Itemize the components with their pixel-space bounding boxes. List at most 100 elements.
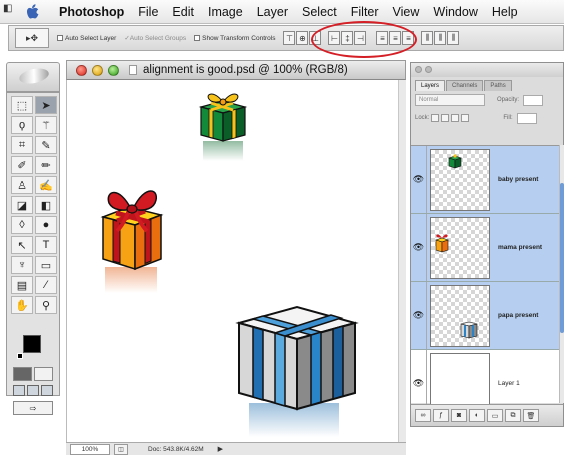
palette-minimize-icon[interactable] bbox=[425, 66, 432, 73]
close-window-button[interactable] bbox=[76, 64, 87, 76]
layer-name[interactable]: Layer 1 bbox=[498, 380, 520, 387]
new-group-icon[interactable]: ▭ bbox=[487, 409, 503, 422]
menu-file[interactable]: File bbox=[131, 5, 165, 19]
link-layers-icon[interactable]: ∞ bbox=[415, 409, 431, 422]
menu-window[interactable]: Window bbox=[426, 5, 484, 19]
lock-transparency-icon[interactable] bbox=[431, 114, 440, 122]
distribute-top-button[interactable]: ≡ bbox=[376, 31, 389, 45]
standard-screen-mode-button[interactable] bbox=[13, 385, 25, 396]
healing-brush-tool-icon[interactable]: ✐ bbox=[11, 156, 33, 174]
toolbox-header[interactable] bbox=[6, 62, 60, 92]
full-screen-mode-button[interactable] bbox=[41, 385, 53, 396]
distribute-bottom-button[interactable]: ≡ bbox=[402, 31, 415, 45]
document-proxy-icon[interactable] bbox=[129, 65, 137, 75]
layer-mask-icon[interactable]: ◙ bbox=[451, 409, 467, 422]
jump-to-imageready-button[interactable]: ⇨ bbox=[13, 401, 53, 415]
gradient-tool-icon[interactable]: ◧ bbox=[35, 196, 57, 214]
move-tool-icon[interactable]: ➤ bbox=[35, 96, 57, 114]
type-tool-icon[interactable]: T bbox=[35, 236, 57, 254]
path-selection-tool-icon[interactable]: ↖ bbox=[11, 236, 33, 254]
apple-menu-icon[interactable] bbox=[24, 3, 42, 21]
lock-position-icon[interactable] bbox=[451, 114, 460, 122]
layer-name[interactable]: papa present bbox=[498, 312, 538, 319]
lock-all-icon[interactable] bbox=[461, 114, 470, 122]
distribute-right-button[interactable]: ⫼ bbox=[447, 31, 460, 45]
lasso-tool-icon[interactable]: ϙ bbox=[11, 116, 33, 134]
opacity-field[interactable] bbox=[523, 94, 544, 106]
blend-mode-select[interactable]: Normal bbox=[415, 94, 485, 106]
brush-tool-icon[interactable]: ✏ bbox=[35, 156, 57, 174]
notes-tool-icon[interactable]: ▤ bbox=[11, 276, 33, 294]
new-layer-icon[interactable]: ⧉ bbox=[505, 409, 521, 422]
eraser-tool-icon[interactable]: ◪ bbox=[11, 196, 33, 214]
lock-pixels-icon[interactable] bbox=[441, 114, 450, 122]
align-horizontal-centers-button[interactable]: ‡ bbox=[341, 31, 354, 45]
layer-style-icon[interactable]: ƒ bbox=[433, 409, 449, 422]
tab-layers[interactable]: Layers bbox=[415, 80, 446, 91]
align-top-edges-button[interactable]: ⊤ bbox=[283, 31, 296, 45]
menu-photoshop[interactable]: Photoshop bbox=[52, 5, 131, 19]
tab-channels[interactable]: Channels bbox=[446, 80, 484, 91]
default-colors-icon[interactable] bbox=[17, 353, 23, 359]
full-screen-menu-mode-button[interactable] bbox=[27, 385, 39, 396]
delete-layer-icon[interactable]: 🗑 bbox=[523, 409, 539, 422]
menu-layer[interactable]: Layer bbox=[250, 5, 295, 19]
minimize-window-button[interactable] bbox=[92, 64, 103, 76]
document-title-bar[interactable]: alignment is good.psd @ 100% (RGB/8) bbox=[66, 60, 406, 80]
fill-field[interactable] bbox=[516, 112, 537, 124]
standard-mode-button[interactable] bbox=[13, 367, 32, 381]
quick-mask-mode-button[interactable] bbox=[34, 367, 53, 381]
hand-tool-icon[interactable]: ✋ bbox=[11, 296, 33, 314]
distribute-hcenter-button[interactable]: ⫼ bbox=[434, 31, 447, 45]
align-vertical-centers-button[interactable]: ⊕ bbox=[296, 31, 309, 45]
align-left-edges-button[interactable]: ⊢ bbox=[328, 31, 341, 45]
magic-wand-tool-icon[interactable]: ⚚ bbox=[35, 116, 57, 134]
adjustment-layer-icon[interactable]: ◐ bbox=[469, 409, 485, 422]
foreground-color-swatch[interactable] bbox=[23, 335, 41, 353]
pen-tool-icon[interactable]: ♆ bbox=[11, 256, 33, 274]
layer-name[interactable]: mama present bbox=[498, 244, 542, 251]
layer-name[interactable]: baby present bbox=[498, 176, 538, 183]
canvas-vertical-scrollbar[interactable] bbox=[398, 80, 406, 442]
visibility-eye-icon[interactable]: 👁 bbox=[411, 214, 427, 281]
tool-preset-picker[interactable]: ▸✥ bbox=[15, 28, 49, 48]
show-transform-controls-option[interactable]: Show Transform Controls bbox=[194, 35, 275, 42]
slice-tool-icon[interactable]: ✎ bbox=[35, 136, 57, 154]
eyedropper-tool-icon[interactable]: ⁄ bbox=[35, 276, 57, 294]
visibility-eye-icon[interactable]: 👁 bbox=[411, 146, 427, 213]
history-brush-tool-icon[interactable]: ✍ bbox=[35, 176, 57, 194]
tab-paths[interactable]: Paths bbox=[484, 80, 512, 91]
document-canvas[interactable] bbox=[66, 80, 406, 442]
crop-tool-icon[interactable]: ⌗ bbox=[11, 136, 33, 154]
layer-row-baby-present[interactable]: 👁 baby present bbox=[411, 146, 559, 214]
auto-select-layer-option[interactable]: Auto Select Layer bbox=[57, 35, 116, 42]
visibility-eye-icon[interactable]: 👁 bbox=[411, 282, 427, 349]
menu-select[interactable]: Select bbox=[295, 5, 344, 19]
menu-view[interactable]: View bbox=[386, 5, 427, 19]
zoom-level-field[interactable]: 100% bbox=[70, 443, 110, 455]
menu-image[interactable]: Image bbox=[201, 5, 250, 19]
marquee-tool-icon[interactable]: ⬚ bbox=[11, 96, 33, 114]
palette-close-icon[interactable] bbox=[415, 66, 422, 73]
menu-filter[interactable]: Filter bbox=[344, 5, 386, 19]
auto-select-layer-checkbox[interactable] bbox=[57, 35, 63, 41]
layers-scroll-thumb[interactable] bbox=[560, 183, 564, 333]
layer-row-papa-present[interactable]: 👁 papa present bbox=[411, 282, 559, 350]
distribute-vcenter-button[interactable]: ≡ bbox=[389, 31, 402, 45]
zoom-tool-icon[interactable]: ⚲ bbox=[35, 296, 57, 314]
shape-tool-icon[interactable]: ▭ bbox=[35, 256, 57, 274]
status-popup-arrow-icon[interactable]: ▶ bbox=[218, 444, 228, 455]
show-transform-checkbox[interactable] bbox=[194, 35, 201, 41]
layer-row-mama-present[interactable]: 👁 mama present bbox=[411, 214, 559, 282]
clone-stamp-tool-icon[interactable]: ♙ bbox=[11, 176, 33, 194]
menu-edit[interactable]: Edit bbox=[165, 5, 201, 19]
zoom-window-button[interactable] bbox=[108, 64, 119, 76]
align-right-edges-button[interactable]: ⊣ bbox=[354, 31, 367, 45]
auto-select-groups-option[interactable]: ✓ Auto Select Groups bbox=[124, 34, 186, 43]
dodge-tool-icon[interactable]: ● bbox=[35, 216, 57, 234]
blur-tool-icon[interactable]: ◊ bbox=[11, 216, 33, 234]
layers-palette-title-bar[interactable] bbox=[411, 63, 563, 77]
menu-help[interactable]: Help bbox=[485, 5, 525, 19]
align-bottom-edges-button[interactable]: ⊥ bbox=[309, 31, 322, 45]
status-menu-icon[interactable]: ◫ bbox=[114, 443, 128, 455]
